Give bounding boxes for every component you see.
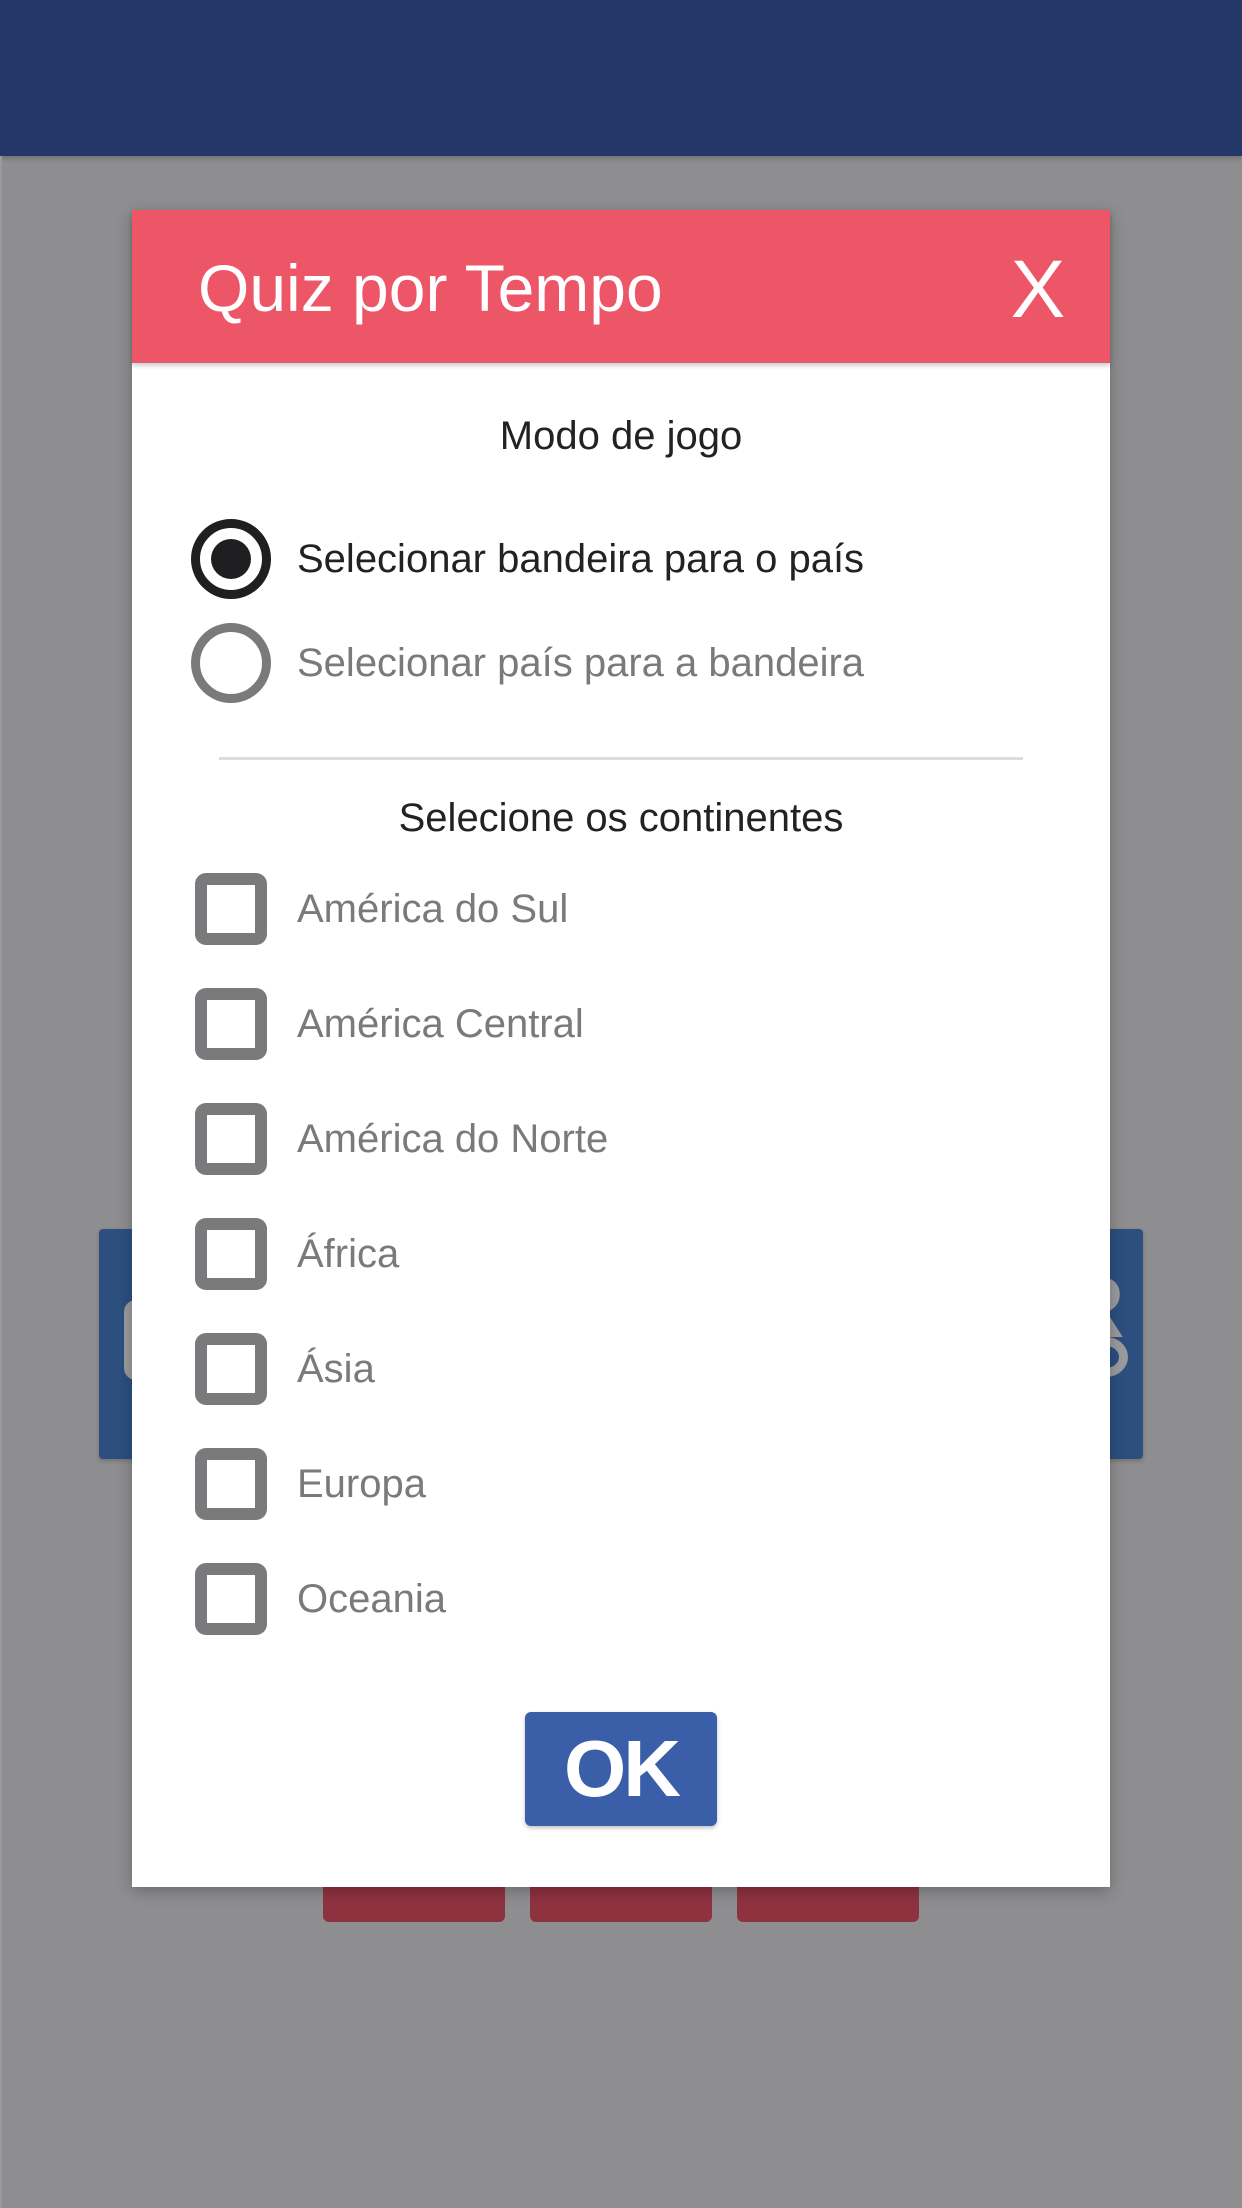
continents-title: Selecione os continentes	[398, 796, 844, 840]
checkbox[interactable]	[195, 988, 267, 1060]
close-button[interactable]: X	[988, 240, 1088, 340]
checkbox-label: Oceania	[297, 1577, 446, 1621]
checkbox[interactable]	[195, 1563, 267, 1635]
checkbox-central-america[interactable]: América Central	[195, 988, 995, 1060]
checkbox-europe[interactable]: Europa	[195, 1448, 995, 1520]
section-divider	[219, 757, 1023, 760]
ok-button[interactable]: OK	[525, 1712, 717, 1826]
checkbox[interactable]	[195, 1448, 267, 1520]
checkbox-label: América do Norte	[297, 1117, 609, 1161]
close-icon: X	[1010, 244, 1066, 335]
checkbox-label: Europa	[297, 1462, 426, 1506]
radio-button-unchecked[interactable]	[191, 623, 271, 703]
checkbox[interactable]	[195, 873, 267, 945]
checkbox-label: África	[297, 1232, 400, 1276]
radio-label: Selecionar país para a bandeira	[297, 641, 865, 685]
checkbox-africa[interactable]: África	[195, 1218, 995, 1290]
app-bar	[0, 0, 1242, 156]
game-mode-title: Modo de jogo	[499, 414, 743, 458]
checkbox[interactable]	[195, 1218, 267, 1290]
checkbox-south-america[interactable]: América do Sul	[195, 873, 995, 945]
checkbox-asia[interactable]: Ásia	[195, 1333, 995, 1405]
radio-label: Selecionar bandeira para o país	[297, 537, 865, 581]
checkbox-label: Ásia	[297, 1347, 375, 1391]
quiz-settings-dialog: Quiz por Tempo X Modo de jogo Selecionar…	[132, 210, 1110, 1887]
checkbox[interactable]	[195, 1333, 267, 1405]
checkbox-label: América do Sul	[297, 887, 569, 931]
checkbox-label: América Central	[297, 1002, 584, 1046]
radio-dot	[211, 539, 251, 579]
dialog-header: Quiz por Tempo X	[132, 210, 1110, 363]
radio-button-checked[interactable]	[191, 519, 271, 599]
checkbox[interactable]	[195, 1103, 267, 1175]
radio-option-flag-for-country[interactable]: Selecionar bandeira para o país	[191, 514, 1051, 604]
screen-edge	[0, 156, 2, 2208]
dialog-title: Quiz por Tempo	[198, 251, 663, 325]
checkbox-oceania[interactable]: Oceania	[195, 1563, 995, 1635]
radio-option-country-for-flag[interactable]: Selecionar país para a bandeira	[191, 618, 1051, 708]
checkbox-north-america[interactable]: América do Norte	[195, 1103, 995, 1175]
